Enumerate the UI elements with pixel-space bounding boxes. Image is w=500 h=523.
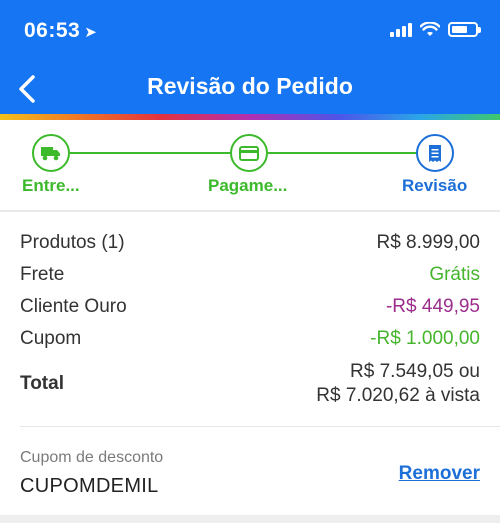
products-label: Produtos (1) (20, 232, 125, 253)
coupon-discount-value: -R$ 1.000,00 (370, 328, 480, 349)
summary-row-products: Produtos (1) R$ 8.999,00 (20, 232, 480, 254)
coupon-section-label: Cupom de desconto (20, 449, 164, 466)
receipt-icon (429, 144, 441, 162)
app-header: 06:53 ➤ Revisão do Pedido (0, 0, 500, 114)
step-label-delivery: Entre... (22, 176, 80, 195)
summary-row-shipping: Frete Grátis (20, 264, 480, 286)
truck-icon (41, 147, 60, 161)
summary-divider (20, 426, 500, 427)
step-payment[interactable] (230, 134, 268, 172)
status-time: 06:53 ➤ (24, 19, 97, 43)
total-installment: R$ 7.549,05 ou (350, 361, 480, 382)
total-value: R$ 7.549,05 ou R$ 7.020,62 à vista (316, 360, 480, 408)
location-icon: ➤ (84, 24, 98, 41)
battery-icon (448, 22, 481, 37)
shipping-label: Frete (20, 264, 65, 285)
total-cash: R$ 7.020,62 à vista (316, 385, 480, 406)
status-icons (390, 22, 481, 37)
summary-row-total: Total R$ 7.549,05 ou R$ 7.020,62 à vista (20, 360, 480, 408)
step-connector (70, 152, 232, 154)
gold-client-label: Cliente Ouro (20, 296, 127, 317)
wifi-icon (420, 22, 440, 36)
credit-card-icon (239, 145, 259, 161)
step-label-review: Revisão (402, 176, 468, 195)
page-title: Revisão do Pedido (147, 73, 353, 99)
shipping-value: Grátis (429, 264, 480, 285)
bottom-divider (0, 515, 500, 523)
total-label: Total (20, 373, 64, 394)
gold-client-discount: -R$ 449,95 (385, 296, 480, 317)
step-label-payment: Pagame... (208, 176, 288, 195)
coupon-discount-label: Cupom (20, 328, 82, 349)
section-divider (0, 210, 500, 212)
status-time-text: 06:53 (24, 19, 81, 42)
step-delivery[interactable] (32, 134, 70, 172)
step-connector (268, 152, 418, 154)
cellular-signal-icon (390, 22, 412, 37)
products-value: R$ 8.999,00 (376, 232, 480, 253)
summary-row-gold-client: Cliente Ouro -R$ 449,95 (20, 296, 480, 318)
coupon-code: CUPOMDEMIL (20, 475, 159, 497)
step-review[interactable] (416, 134, 454, 172)
remove-coupon-button[interactable]: Remover (399, 463, 480, 485)
summary-row-coupon: Cupom -R$ 1.000,00 (20, 328, 480, 350)
checkout-stepper: Entre... Pagame... Revisão (0, 120, 500, 210)
